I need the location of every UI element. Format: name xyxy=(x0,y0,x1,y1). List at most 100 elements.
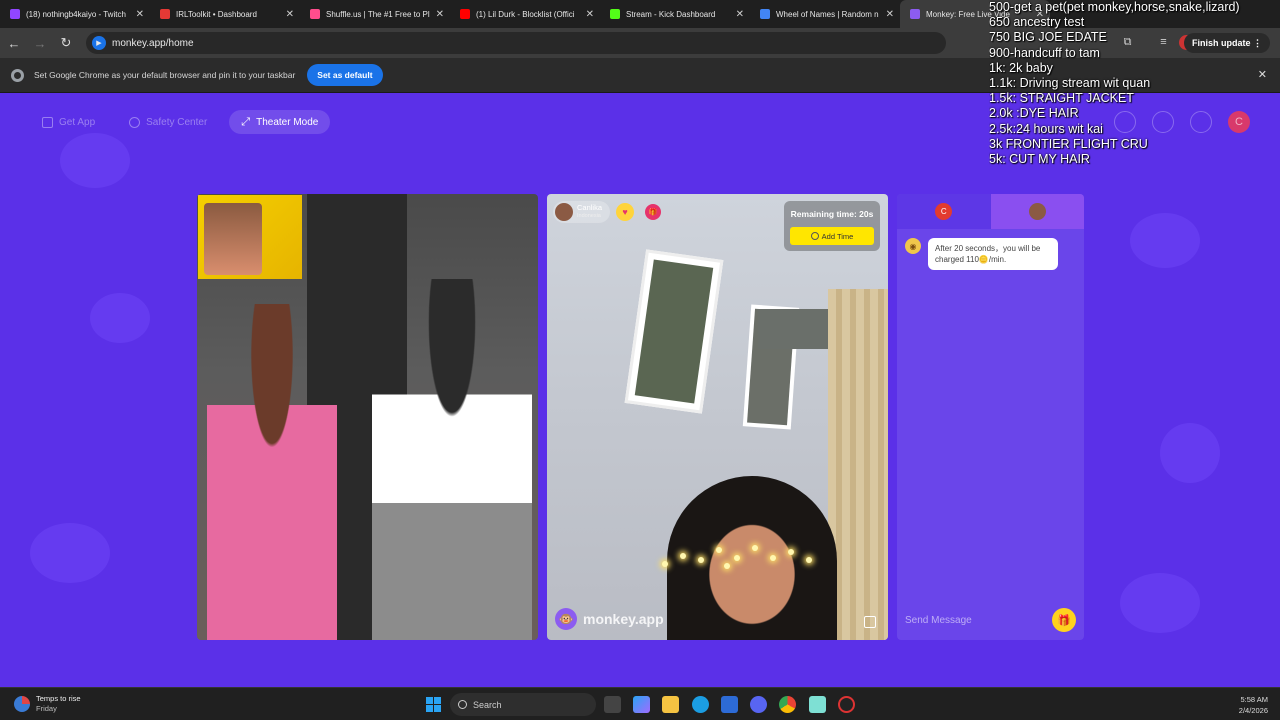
site-info-icon[interactable]: ▶ xyxy=(92,36,106,50)
store-icon[interactable] xyxy=(721,696,738,713)
tab-close-icon[interactable]: ✕ xyxy=(886,9,894,20)
windows-start-icon[interactable] xyxy=(426,697,441,712)
system-message-text: After 20 seconds，you will be charged 110… xyxy=(928,238,1058,270)
wall-poster xyxy=(198,195,302,279)
app-icon[interactable] xyxy=(809,696,826,713)
tab-close-icon[interactable]: ✕ xyxy=(286,9,294,20)
theater-mode-label: Theater Mode xyxy=(256,116,319,128)
send-row: Send Message 🎁 xyxy=(897,600,1084,640)
watermark: 🐵 monkey.app xyxy=(555,608,664,630)
tab-title: (18) nothingb4kaiyo - Twitch xyxy=(26,9,126,19)
tab-favicon-icon xyxy=(910,9,920,19)
safety-center-label: Safety Center xyxy=(146,116,208,128)
tab-close-icon[interactable]: ✕ xyxy=(736,9,744,20)
theater-mode-button[interactable]: ⤢ Theater Mode xyxy=(229,110,331,134)
address-bar[interactable]: ▶ monkey.app/home xyxy=(86,32,946,54)
remote-video: Canlika Indonesia ♥ 🎁 Remaining time: 20… xyxy=(547,194,888,640)
browser-tab[interactable]: Wheel of Names | Random n ✕ xyxy=(750,0,900,28)
flip-camera-icon[interactable] xyxy=(864,616,876,628)
browser-tab[interactable]: Shuffle.us | The #1 Free to Pl ✕ xyxy=(300,0,450,28)
task-view-icon[interactable] xyxy=(604,696,621,713)
goal-line: 500-get a pet(pet monkey,horse,snake,liz… xyxy=(989,0,1240,14)
obs-icon[interactable] xyxy=(838,696,855,713)
reload-icon[interactable]: ↻ xyxy=(54,31,78,55)
taskbar-clock[interactable]: 5:58 AM 2/4/2026 xyxy=(1239,694,1268,716)
weather-widget[interactable]: Temps to rise Friday xyxy=(14,694,81,714)
remote-user-name: Canlika xyxy=(577,203,603,212)
address-text: monkey.app/home xyxy=(112,37,194,49)
forward-arrow-icon[interactable]: → xyxy=(28,31,52,55)
remote-user-chip[interactable]: Canlika Indonesia xyxy=(553,201,611,223)
tab-close-icon[interactable]: ✕ xyxy=(586,9,594,20)
goal-line: 2.0k :DYE HAIR xyxy=(989,106,1079,121)
get-app-button[interactable]: Get App xyxy=(30,110,107,134)
gift-icon[interactable]: 🎁 xyxy=(645,204,661,220)
weather-title: Temps to rise xyxy=(36,694,81,703)
tab-favicon-icon xyxy=(310,9,320,19)
chrome-icon xyxy=(11,68,24,82)
goal-line: 750 BIG JOE EDATE xyxy=(989,30,1107,45)
goal-line: 1.1k: Driving stream wit quan xyxy=(989,75,1151,90)
phone-icon xyxy=(42,116,53,128)
goal-line: 1.5k: STRAIGHT JACKET xyxy=(989,91,1134,106)
goal-line: 1k: 2k baby xyxy=(989,60,1053,75)
tab-title: Wheel of Names | Random n xyxy=(776,9,879,19)
browser-tab[interactable]: Stream - Kick Dashboard ✕ xyxy=(600,0,750,28)
curtain xyxy=(758,289,888,640)
goal-line: 900-handcuff to tam xyxy=(989,45,1100,60)
tab-favicon-icon xyxy=(760,9,770,19)
crown-filter xyxy=(652,539,827,579)
back-arrow-icon[interactable]: ← xyxy=(2,31,26,55)
file-explorer-icon[interactable] xyxy=(662,696,679,713)
streamer-person xyxy=(207,304,337,640)
local-video xyxy=(197,194,538,640)
stream-goals-overlay: 500-get a pet(pet monkey,horse,snake,liz… xyxy=(989,0,1280,167)
top-nav: Get App Safety Center ⤢ Theater Mode xyxy=(30,110,331,134)
heart-icon[interactable]: ♥ xyxy=(616,203,634,221)
safety-center-button[interactable]: Safety Center xyxy=(117,110,219,134)
chat-tabs: C xyxy=(897,194,1084,229)
remote-avatar xyxy=(1028,203,1046,220)
shield-icon xyxy=(129,116,141,128)
self-avatar: C xyxy=(935,203,953,220)
coin-icon: ◉ xyxy=(905,238,921,254)
send-message-input[interactable]: Send Message xyxy=(905,615,1052,626)
monkey-app: Get App Safety Center ⤢ Theater Mode C C… xyxy=(0,93,1280,687)
chrome-taskbar-icon[interactable] xyxy=(779,696,796,713)
edge-icon[interactable] xyxy=(692,696,709,713)
tab-close-icon[interactable]: ✕ xyxy=(436,9,444,20)
weather-icon xyxy=(14,696,30,712)
taskbar-search-label: Search xyxy=(473,699,502,710)
get-app-label: Get App xyxy=(59,116,96,128)
chat-panel: C ◉ After 20 seconds，you will be charged… xyxy=(897,194,1084,640)
browser-tab[interactable]: (18) nothingb4kaiyo - Twitch ✕ xyxy=(0,0,150,28)
streamer-person xyxy=(372,279,532,640)
tab-title: Stream - Kick Dashboard xyxy=(626,9,716,19)
gift-icon[interactable]: 🎁 xyxy=(1052,608,1076,632)
tab-remote[interactable] xyxy=(990,194,1084,229)
goal-line: 650 ancestry test xyxy=(989,15,1085,30)
add-time-button[interactable]: Add Time xyxy=(790,227,874,245)
tab-close-icon[interactable]: ✕ xyxy=(136,9,144,20)
copilot-icon[interactable] xyxy=(633,696,650,713)
goal-line: 2.5k:24 hours wit kai xyxy=(989,121,1103,136)
set-as-default-button[interactable]: Set as default xyxy=(307,64,383,86)
search-icon xyxy=(458,700,467,709)
tab-favicon-icon xyxy=(610,9,620,19)
browser-tab[interactable]: (1) Lil Durk - Blocklist (Offici ✕ xyxy=(450,0,600,28)
infobar-message: Set Google Chrome as your default browse… xyxy=(34,70,296,80)
windows-taskbar: Temps to rise Friday Search 5:58 AM 2/4/… xyxy=(0,687,1280,720)
remote-user-country: Indonesia xyxy=(577,213,601,219)
tab-title: IRLToolkit • Dashboard xyxy=(176,9,257,19)
wall-frame xyxy=(624,249,724,414)
taskbar-search[interactable]: Search xyxy=(450,693,596,716)
remote-user-avatar xyxy=(555,203,573,221)
add-time-label: Add Time xyxy=(821,231,854,241)
tab-favicon-icon xyxy=(10,9,20,19)
watermark-text: monkey.app xyxy=(583,611,664,627)
monkey-logo-icon: 🐵 xyxy=(555,608,577,630)
clock-icon xyxy=(810,232,819,240)
discord-icon[interactable] xyxy=(750,696,767,713)
browser-tab[interactable]: IRLToolkit • Dashboard ✕ xyxy=(150,0,300,28)
tab-self[interactable]: C xyxy=(897,194,991,229)
